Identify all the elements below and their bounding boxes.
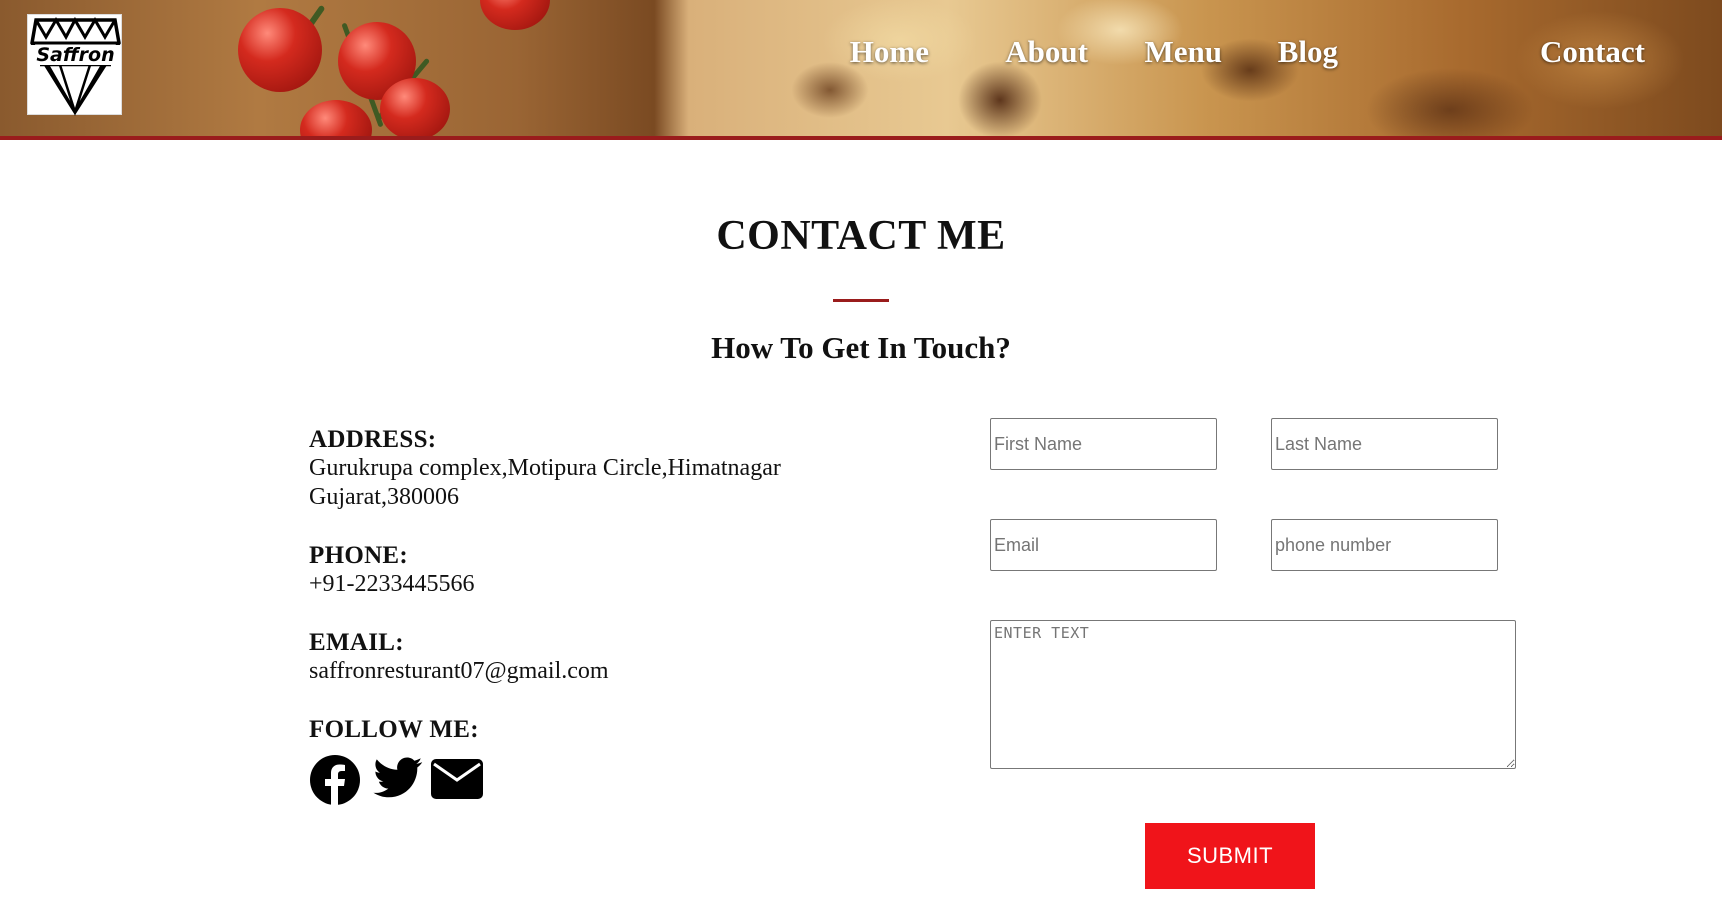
nav-contact[interactable]: Contact <box>1540 34 1645 70</box>
nav-home[interactable]: Home <box>850 34 929 70</box>
nav-about[interactable]: About <box>1005 34 1088 70</box>
page-title: CONTACT ME <box>716 213 1006 259</box>
address-line-2: Gujarat,380006 <box>309 484 459 510</box>
tomato-decoration <box>480 0 550 30</box>
page-subtitle: How To Get In Touch? <box>711 330 1011 365</box>
follow-block: FOLLOW ME: <box>309 715 869 744</box>
submit-button[interactable]: SUBMIT <box>1145 823 1315 889</box>
nav-blog[interactable]: Blog <box>1278 34 1338 70</box>
phone-block: PHONE: +91-2233445566 <box>309 541 869 599</box>
phone-value: +91-2233445566 <box>309 571 475 597</box>
email-label: EMAIL: <box>309 629 404 656</box>
header-banner: Saffron Home About Menu Blog Contact <box>0 0 1722 140</box>
mail-icon[interactable] <box>431 759 483 799</box>
phone-label: PHONE: <box>309 542 409 569</box>
diamond-logo-icon: Saffron <box>30 16 121 116</box>
follow-label: FOLLOW ME: <box>309 716 479 743</box>
title-divider <box>833 299 889 302</box>
tomato-decoration <box>300 100 372 136</box>
phone-input[interactable] <box>1271 519 1498 571</box>
first-name-input[interactable] <box>990 418 1217 470</box>
last-name-input[interactable] <box>1271 418 1498 470</box>
facebook-icon[interactable] <box>309 754 361 806</box>
address-block: ADDRESS: Gurukrupa complex,Motipura Circ… <box>309 425 869 512</box>
message-textarea[interactable] <box>990 620 1516 769</box>
tomato-decoration <box>380 78 450 136</box>
saffron-logo[interactable]: Saffron <box>27 14 122 116</box>
email-input[interactable] <box>990 519 1217 571</box>
nav-menu[interactable]: Menu <box>1145 34 1223 70</box>
email-block: EMAIL: saffronresturant07@gmail.com <box>309 628 869 686</box>
address-label: ADDRESS: <box>309 426 437 453</box>
email-value: saffronresturant07@gmail.com <box>309 658 609 684</box>
address-line-1: Gurukrupa complex,Motipura Circle,Himatn… <box>309 455 781 481</box>
twitter-icon[interactable] <box>373 757 423 801</box>
tomato-decoration <box>238 8 322 92</box>
logo-text: Saffron <box>36 44 114 66</box>
